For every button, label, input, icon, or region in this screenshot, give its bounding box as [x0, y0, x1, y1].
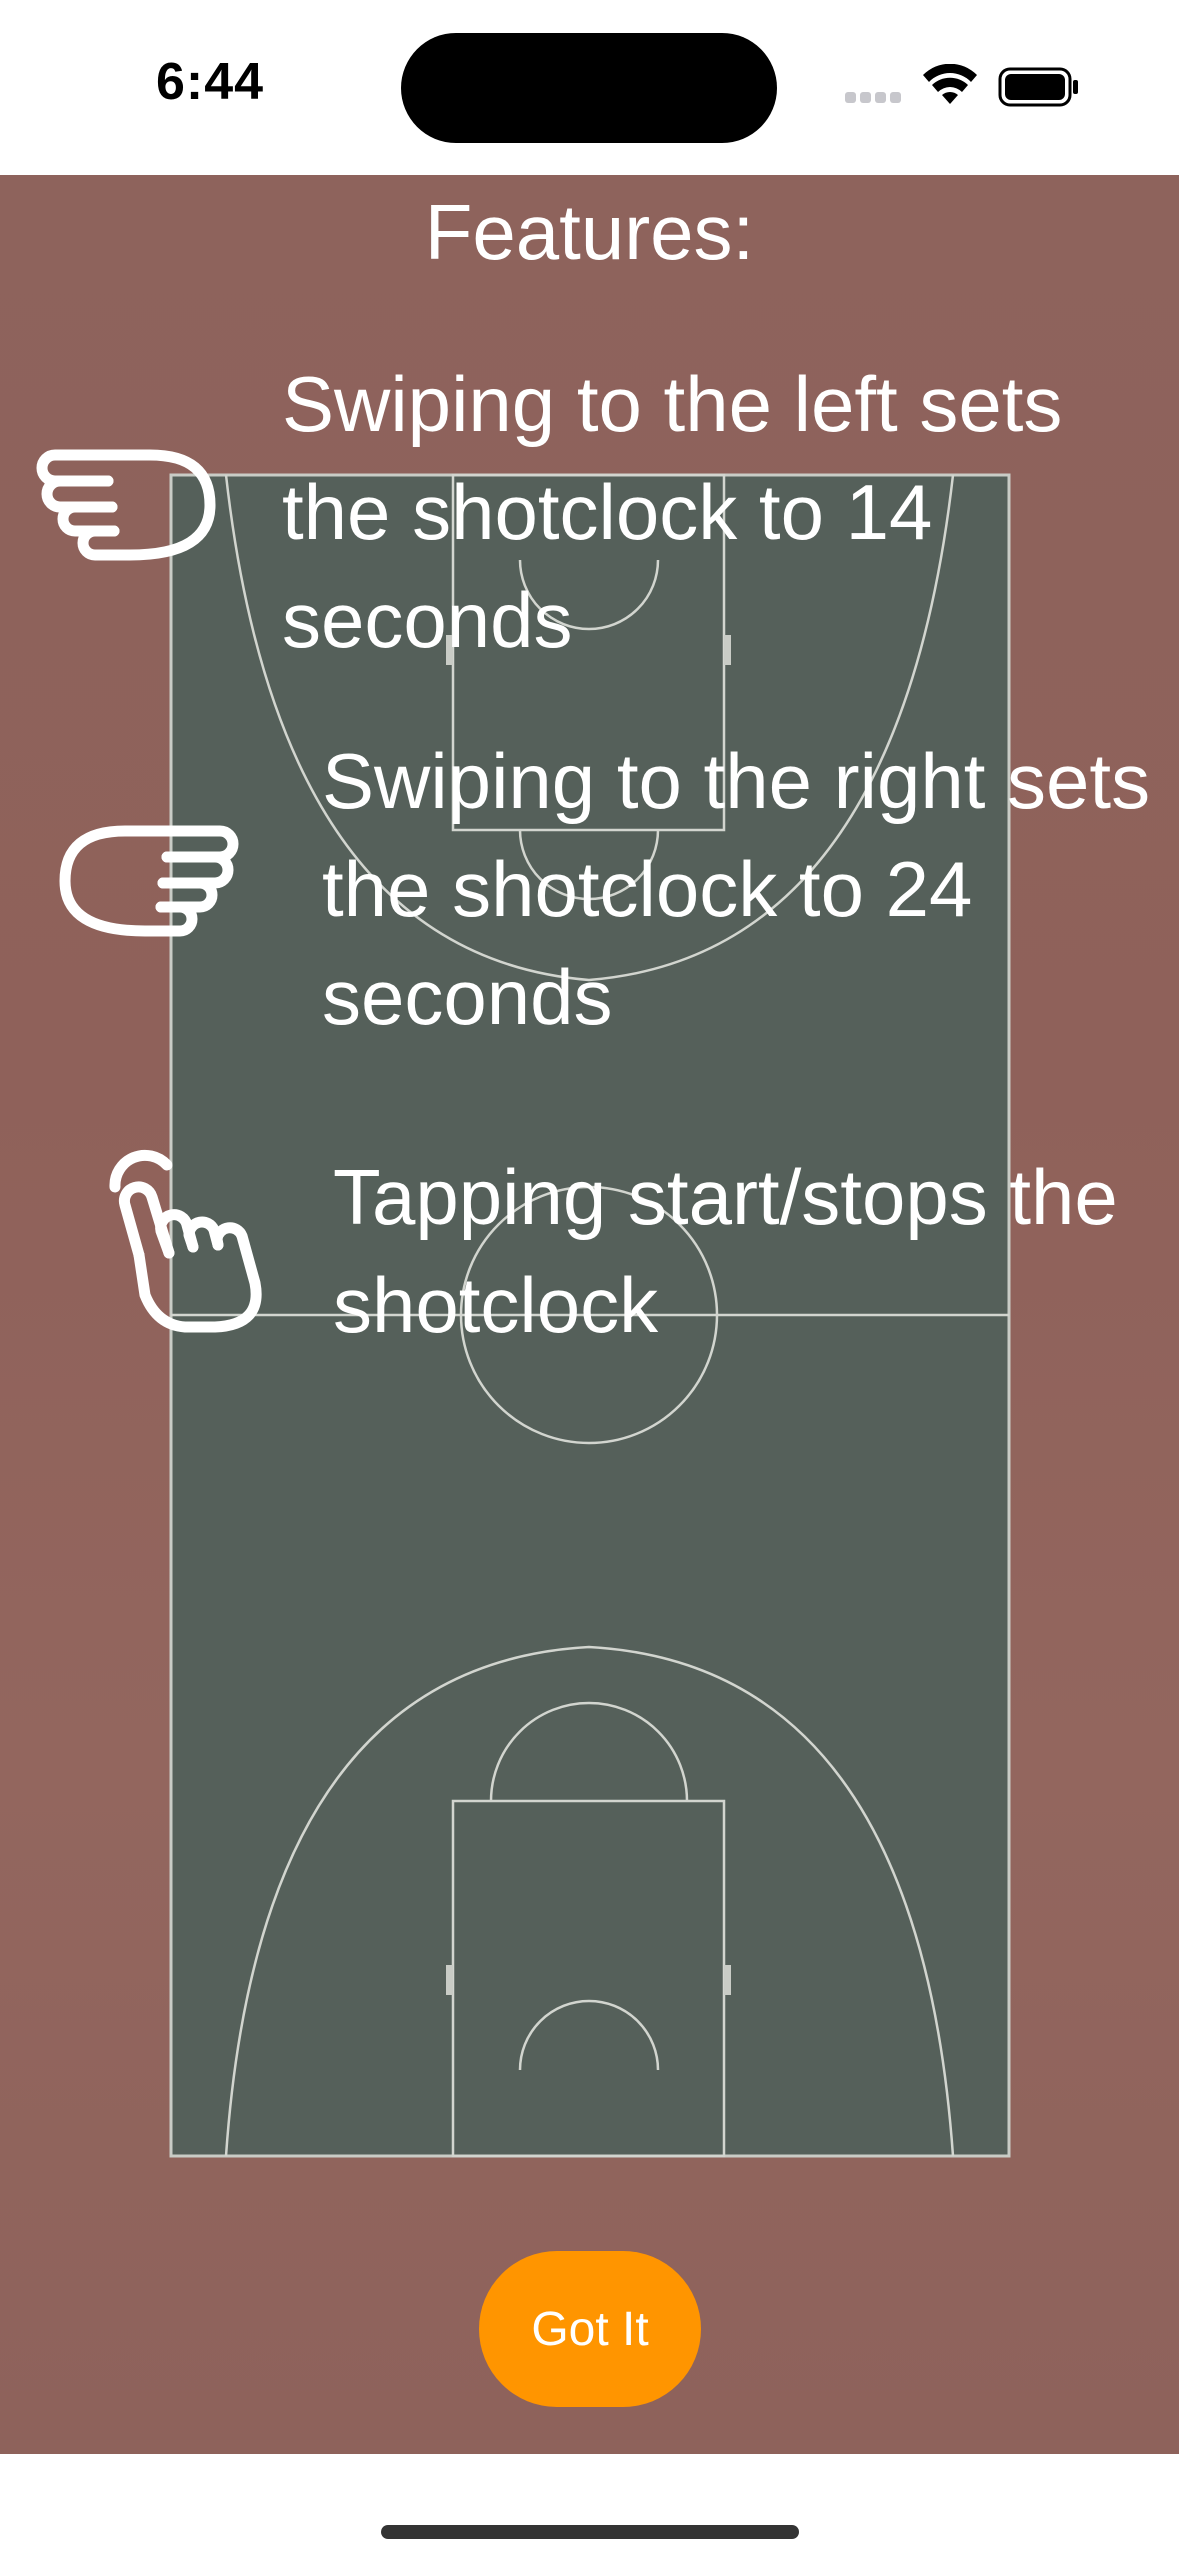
hand-tap-icon — [109, 1149, 262, 1333]
got-it-button[interactable]: Got It — [479, 2251, 701, 2407]
feature-swipe-right-text: Swiping to the right sets the shotclock … — [322, 737, 1151, 1041]
feature-tap-text: Tapping start/stops the shotclock — [333, 1153, 1118, 1349]
home-bar-area — [0, 2454, 1179, 2556]
hand-pointing-right-icon — [59, 825, 239, 937]
wifi-icon — [923, 64, 977, 104]
hand-pointing-left-icon — [36, 449, 216, 561]
dynamic-island — [401, 33, 777, 143]
feature-swipe-left-text: Swiping to the left sets the shotclock t… — [282, 360, 1063, 664]
battery-icon — [998, 67, 1078, 107]
cellular-signal-icon — [845, 92, 903, 104]
features-title: Features: — [424, 188, 755, 276]
status-time: 6:44 — [156, 53, 265, 111]
court-background: Features: Swiping to the left sets the s… — [0, 175, 1179, 2454]
status-bar: 6:44 — [0, 0, 1179, 175]
home-indicator[interactable] — [381, 2525, 799, 2539]
